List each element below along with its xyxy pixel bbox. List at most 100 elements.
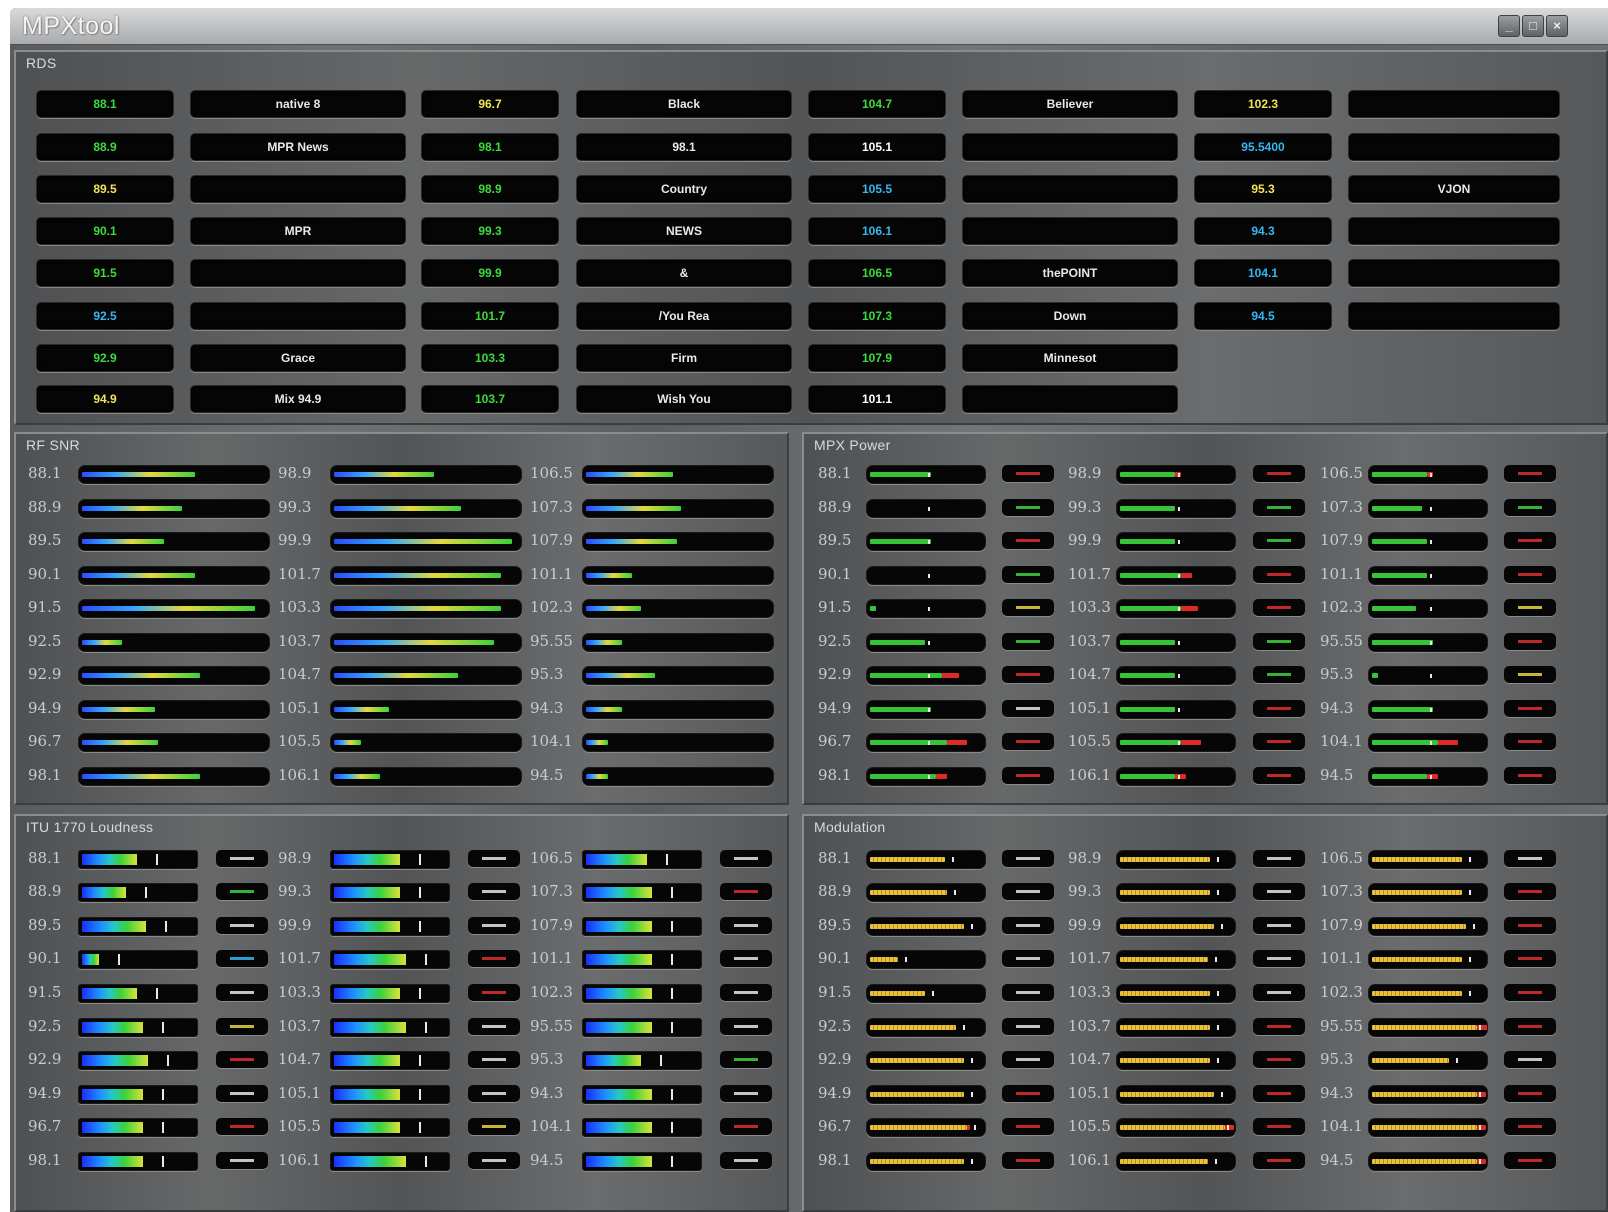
rds-frequency[interactable]: 90.1 <box>36 217 174 245</box>
rds-frequency[interactable]: 94.5 <box>1194 302 1332 330</box>
mpx-power-meter <box>1116 532 1236 551</box>
modulation-value <box>1002 850 1054 867</box>
modulation-value <box>1002 1118 1054 1135</box>
mpx-power-meter-fill <box>870 472 931 477</box>
modulation-meter-fill <box>1120 1058 1210 1063</box>
modulation-peak-marker <box>1469 890 1471 895</box>
station-frequency-label: 96.7 <box>28 1117 62 1135</box>
modulation-meter-fill <box>870 1125 967 1130</box>
loudness-meter-fill <box>586 921 652 932</box>
loudness-value <box>468 950 520 967</box>
rf-snr-meter <box>582 499 774 518</box>
rds-frequency[interactable]: 92.9 <box>36 344 174 372</box>
rds-frequency[interactable]: 88.9 <box>36 133 174 161</box>
close-button[interactable]: × <box>1546 15 1568 37</box>
rf-snr-meter <box>78 733 270 752</box>
maximize-button[interactable]: □ <box>1522 15 1544 37</box>
rds-frequency[interactable]: 102.3 <box>1194 90 1332 118</box>
loudness-meter <box>582 1118 702 1137</box>
station-frequency-label: 103.7 <box>1068 1017 1111 1035</box>
rf-snr-meter <box>330 700 522 719</box>
rds-frequency[interactable]: 94.3 <box>1194 217 1332 245</box>
rds-frequency[interactable]: 106.5 <box>808 259 946 287</box>
rds-frequency[interactable]: 107.3 <box>808 302 946 330</box>
mpx-power-meter-fill <box>870 606 876 611</box>
modulation-meter <box>1116 1118 1236 1137</box>
mpx-power-meter <box>866 599 986 618</box>
mpx-power-meter-fill <box>870 640 925 645</box>
station-frequency-label: 90.1 <box>28 565 62 583</box>
value-indicator <box>1016 740 1040 743</box>
loudness-peak-marker <box>671 1089 673 1100</box>
mpx-power-meter-fill <box>1120 774 1175 779</box>
modulation-value <box>1253 950 1305 967</box>
station-frequency-label: 104.1 <box>1320 732 1363 750</box>
rds-frequency[interactable]: 95.5400 <box>1194 133 1332 161</box>
value-indicator <box>734 1092 758 1095</box>
modulation-value <box>1504 1118 1556 1135</box>
rds-station-name <box>1348 217 1560 245</box>
modulation-meter-fill <box>870 1092 964 1097</box>
modulation-meter <box>866 1085 986 1104</box>
rds-frequency[interactable]: 101.1 <box>808 385 946 413</box>
mpx-power-meter-fill <box>870 740 947 745</box>
mpx-power-value <box>1504 465 1556 482</box>
modulation-value <box>1504 984 1556 1001</box>
station-frequency-label: 104.7 <box>1068 665 1111 683</box>
station-frequency-label: 95.55 <box>1320 632 1363 650</box>
loudness-value <box>720 1085 772 1102</box>
modulation-peak-marker <box>1469 957 1471 962</box>
rds-frequency[interactable]: 105.1 <box>808 133 946 161</box>
mpx-power-meter <box>1368 733 1488 752</box>
rds-frequency[interactable]: 101.7 <box>421 302 559 330</box>
value-indicator <box>1518 1058 1542 1061</box>
rds-frequency[interactable]: 105.5 <box>808 175 946 203</box>
rds-frequency[interactable]: 106.1 <box>808 217 946 245</box>
station-frequency-label: 99.9 <box>1068 916 1102 934</box>
title-bar[interactable]: MPXtool _ □ × <box>10 8 1608 45</box>
rds-frequency[interactable]: 91.5 <box>36 259 174 287</box>
rds-frequency[interactable]: 99.9 <box>421 259 559 287</box>
rds-frequency[interactable]: 99.3 <box>421 217 559 245</box>
rf-snr-meter-fill <box>586 606 641 611</box>
station-frequency-label: 88.1 <box>818 849 852 867</box>
station-frequency-label: 90.1 <box>28 949 62 967</box>
mpx-power-meter-fill <box>1120 640 1175 645</box>
station-frequency-label: 101.1 <box>530 949 573 967</box>
value-indicator <box>734 991 758 994</box>
value-indicator <box>734 1025 758 1028</box>
station-frequency-label: 94.3 <box>530 699 564 717</box>
value-indicator <box>230 1025 254 1028</box>
rds-frequency[interactable]: 89.5 <box>36 175 174 203</box>
station-frequency-label: 102.3 <box>1320 983 1363 1001</box>
rds-frequency[interactable]: 95.3 <box>1194 175 1332 203</box>
loudness-value <box>216 917 268 934</box>
rds-frequency[interactable]: 104.7 <box>808 90 946 118</box>
mpx-power-meter <box>1116 599 1236 618</box>
rds-frequency[interactable]: 103.3 <box>421 344 559 372</box>
rds-frequency[interactable]: 98.9 <box>421 175 559 203</box>
peak-marker <box>1430 607 1432 611</box>
value-indicator <box>1518 606 1542 609</box>
rds-frequency[interactable]: 92.5 <box>36 302 174 330</box>
rf-snr-meter-fill <box>586 673 655 678</box>
minimize-button[interactable]: _ <box>1498 15 1520 37</box>
rds-frequency[interactable]: 98.1 <box>421 133 559 161</box>
rds-frequency[interactable]: 107.9 <box>808 344 946 372</box>
rf-snr-meter-fill <box>586 740 608 745</box>
loudness-meter-fill <box>82 1156 143 1167</box>
modulation-meter-fill <box>1372 957 1462 962</box>
rds-frequency[interactable]: 96.7 <box>421 90 559 118</box>
rds-frequency[interactable]: 104.1 <box>1194 259 1332 287</box>
mpx-power-meter <box>1116 666 1236 685</box>
loudness-meter <box>78 1152 198 1171</box>
rds-frequency[interactable]: 103.7 <box>421 385 559 413</box>
value-indicator <box>1518 506 1542 509</box>
rds-frequency[interactable]: 88.1 <box>36 90 174 118</box>
mpx-power-meter <box>866 566 986 585</box>
modulation-meter <box>1368 1018 1488 1037</box>
modulation-value <box>1504 883 1556 900</box>
rf-snr-meter <box>78 465 270 484</box>
rds-frequency[interactable]: 94.9 <box>36 385 174 413</box>
station-frequency-label: 99.3 <box>1068 882 1102 900</box>
